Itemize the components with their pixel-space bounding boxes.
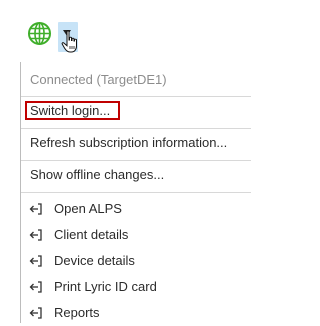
connection-status-label: Connected (TargetDE1) bbox=[30, 72, 167, 87]
external-link-arrow-icon bbox=[29, 281, 42, 293]
toolbar bbox=[0, 0, 244, 62]
external-link-arrow-icon bbox=[29, 307, 42, 319]
connection-menu: Connected (TargetDE1) Switch login... Re… bbox=[20, 62, 251, 326]
external-link-arrow-icon bbox=[29, 255, 42, 267]
open-alps-label: Open ALPS bbox=[54, 201, 122, 216]
refresh-subscription-label: Refresh subscription information... bbox=[30, 135, 228, 150]
client-details-label: Client details bbox=[54, 227, 129, 242]
globe-button[interactable] bbox=[27, 21, 52, 46]
external-link-arrow-icon bbox=[29, 229, 42, 241]
external-link-arrow-icon bbox=[29, 203, 42, 215]
switch-login-menu-item[interactable]: Switch login... bbox=[21, 98, 251, 124]
device-details-menu-item[interactable]: Device details bbox=[21, 248, 251, 274]
refresh-subscription-menu-item[interactable]: Refresh subscription information... bbox=[21, 130, 251, 156]
reports-menu-item[interactable]: Reports bbox=[21, 300, 251, 326]
show-offline-changes-menu-item[interactable]: Show offline changes... bbox=[21, 162, 251, 188]
print-lyric-id-card-label: Print Lyric ID card bbox=[54, 279, 157, 294]
hand-cursor-icon bbox=[61, 30, 77, 53]
menu-divider bbox=[21, 160, 251, 161]
show-offline-changes-label: Show offline changes... bbox=[30, 167, 165, 182]
open-alps-menu-item[interactable]: Open ALPS bbox=[21, 196, 251, 222]
client-details-menu-item[interactable]: Client details bbox=[21, 222, 251, 248]
reports-label: Reports bbox=[54, 305, 100, 320]
print-lyric-id-card-menu-item[interactable]: Print Lyric ID card bbox=[21, 274, 251, 300]
globe-icon bbox=[28, 22, 51, 45]
highlight-box bbox=[25, 101, 120, 120]
menu-divider bbox=[21, 128, 251, 129]
menu-divider bbox=[21, 96, 251, 97]
connection-status: Connected (TargetDE1) bbox=[21, 67, 251, 93]
screenshot-frame: Connected (TargetDE1) Switch login... Re… bbox=[0, 0, 251, 323]
device-details-label: Device details bbox=[54, 253, 135, 268]
menu-divider bbox=[21, 192, 251, 193]
